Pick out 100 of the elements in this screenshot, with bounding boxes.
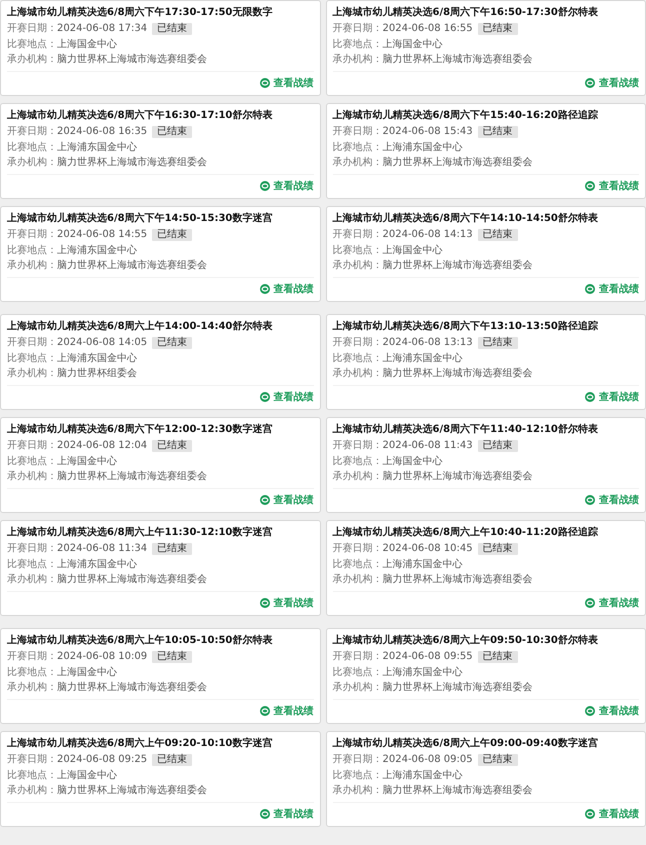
eye-icon bbox=[260, 809, 270, 820]
field-label: 比赛地点： bbox=[332, 38, 382, 52]
organizer-text: 脑力世界杯上海城市海选赛组委会 bbox=[57, 784, 207, 798]
eye-icon bbox=[260, 598, 270, 608]
eye-icon bbox=[260, 181, 270, 192]
field-label: 比赛地点： bbox=[332, 666, 382, 680]
field-label: 承办机构： bbox=[7, 572, 57, 587]
match-title: 上海城市幼儿精英决选6/8周六上午09:20-10:10数字迷宫 bbox=[7, 736, 274, 751]
field-label: 承办机构： bbox=[332, 572, 382, 587]
field-label: 承办机构： bbox=[7, 52, 57, 67]
organizer-text: 脑力世界杯上海城市海选赛组委会 bbox=[382, 258, 532, 273]
view-results-link[interactable]: 查看战绩 bbox=[260, 704, 314, 718]
eye-icon bbox=[260, 392, 270, 402]
match-title: 上海城市幼儿精英决选6/8周六下午11:40-12:10舒尔特表 bbox=[332, 422, 599, 437]
status-tag: 已结束 bbox=[478, 542, 518, 555]
organizer-text: 脑力世界杯上海城市海选赛组委会 bbox=[57, 52, 207, 67]
view-results-link[interactable]: 查看战绩 bbox=[260, 179, 314, 194]
eye-icon bbox=[585, 284, 595, 294]
eye-icon bbox=[260, 495, 270, 506]
eye-icon bbox=[585, 78, 595, 88]
field-label: 承办机构： bbox=[332, 258, 382, 273]
field-label: 开赛日期： bbox=[332, 124, 382, 139]
view-results-link[interactable]: 查看战绩 bbox=[260, 390, 314, 404]
match-title: 上海城市幼儿精英决选6/8周六下午14:10-14:50舒尔特表 bbox=[332, 211, 599, 226]
organizer-text: 脑力世界杯上海城市海选赛组委会 bbox=[57, 572, 207, 587]
field-label: 比赛地点： bbox=[7, 244, 57, 258]
eye-icon bbox=[585, 809, 595, 820]
field-label: 开赛日期： bbox=[332, 542, 382, 556]
status-tag: 已结束 bbox=[478, 126, 518, 138]
field-label: 承办机构： bbox=[332, 784, 382, 798]
organizer-text: 脑力世界杯上海城市海选赛组委会 bbox=[57, 470, 207, 484]
match-title: 上海城市幼儿精英决选6/8周六下午17:30-17:50无限数字 bbox=[7, 5, 274, 20]
status-tag: 已结束 bbox=[478, 22, 518, 35]
field-label: 承办机构： bbox=[332, 366, 382, 381]
field-label: 开赛日期： bbox=[7, 438, 57, 453]
view-results-link[interactable]: 查看战绩 bbox=[585, 807, 639, 822]
field-label: 开赛日期： bbox=[7, 124, 57, 139]
eye-icon bbox=[260, 78, 270, 88]
match-title: 上海城市幼儿精英决选6/8周六上午11:30-12:10数字迷宫 bbox=[7, 525, 274, 540]
field-label: 承办机构： bbox=[7, 366, 57, 381]
view-results-link[interactable]: 查看战绩 bbox=[585, 390, 639, 404]
match-title: 上海城市幼儿精英决选6/8周六上午10:40-11:20路径追踪 bbox=[332, 525, 599, 540]
view-results-link[interactable]: 查看战绩 bbox=[260, 76, 314, 90]
match-title: 上海城市幼儿精英决选6/8周六下午12:00-12:30数字迷宫 bbox=[7, 422, 274, 437]
status-tag: 已结束 bbox=[478, 228, 518, 241]
eye-icon bbox=[260, 706, 270, 716]
start-time: 2024-06-08 15:43 bbox=[382, 125, 473, 139]
organizer-text: 脑力世界杯上海城市海选赛组委会 bbox=[382, 784, 532, 798]
view-results-link[interactable]: 查看战绩 bbox=[260, 596, 314, 610]
start-time: 2024-06-08 09:55 bbox=[382, 650, 473, 664]
start-time: 2024-06-08 16:35 bbox=[57, 125, 148, 139]
match-title: 上海城市幼儿精英决选6/8周六下午13:10-13:50路径追踪 bbox=[332, 319, 599, 334]
field-label: 承办机构： bbox=[332, 156, 382, 170]
match-title: 上海城市幼儿精英决选6/8周六下午16:30-17:10舒尔特表 bbox=[7, 108, 274, 123]
status-tag: 已结束 bbox=[152, 22, 192, 35]
start-time: 2024-06-08 14:13 bbox=[382, 228, 473, 242]
view-results-link[interactable]: 查看战绩 bbox=[260, 282, 314, 296]
organizer-text: 脑力世界杯上海城市海选赛组委会 bbox=[382, 572, 532, 587]
view-results-link[interactable]: 查看战绩 bbox=[585, 704, 639, 718]
view-results-link[interactable]: 查看战绩 bbox=[585, 76, 639, 90]
match-title: 上海城市幼儿精英决选6/8周六上午14:00-14:40舒尔特表 bbox=[7, 319, 274, 334]
field-label: 比赛地点： bbox=[332, 768, 382, 782]
view-results-link[interactable]: 查看战绩 bbox=[260, 493, 314, 508]
field-label: 开赛日期： bbox=[332, 438, 382, 453]
field-label: 开赛日期： bbox=[332, 228, 382, 242]
view-results-link[interactable]: 查看战绩 bbox=[260, 807, 314, 822]
venue-text: 上海浦东国金中心 bbox=[57, 558, 137, 572]
field-label: 承办机构： bbox=[332, 52, 382, 67]
organizer-text: 脑力世界杯上海城市海选赛组委会 bbox=[382, 470, 532, 484]
view-results-link[interactable]: 查看战绩 bbox=[585, 282, 639, 296]
eye-icon bbox=[585, 495, 595, 506]
view-results-link[interactable]: 查看战绩 bbox=[585, 179, 639, 194]
organizer-text: 脑力世界杯上海城市海选赛组委会 bbox=[382, 366, 532, 381]
venue-text: 上海国金中心 bbox=[57, 38, 117, 52]
field-label: 比赛地点： bbox=[7, 768, 57, 782]
venue-text: 上海国金中心 bbox=[382, 244, 442, 258]
field-label: 比赛地点： bbox=[7, 38, 57, 52]
venue-text: 上海国金中心 bbox=[382, 454, 442, 468]
organizer-text: 脑力世界杯上海城市海选赛组委会 bbox=[57, 156, 207, 170]
view-results-link[interactable]: 查看战绩 bbox=[585, 493, 639, 508]
venue-text: 上海浦东国金中心 bbox=[382, 558, 462, 572]
eye-icon bbox=[260, 284, 270, 294]
field-label: 开赛日期： bbox=[7, 22, 57, 36]
field-label: 开赛日期： bbox=[7, 336, 57, 350]
start-time: 2024-06-08 13:13 bbox=[382, 336, 473, 350]
venue-text: 上海浦东国金中心 bbox=[57, 352, 137, 366]
venue-text: 上海浦东国金中心 bbox=[382, 352, 462, 366]
start-time: 2024-06-08 14:55 bbox=[57, 228, 148, 242]
field-label: 比赛地点： bbox=[332, 244, 382, 258]
field-label: 开赛日期： bbox=[332, 336, 382, 350]
view-results-link[interactable]: 查看战绩 bbox=[585, 596, 639, 610]
field-label: 比赛地点： bbox=[332, 352, 382, 366]
start-time: 2024-06-08 14:05 bbox=[57, 336, 148, 350]
match-title: 上海城市幼儿精英决选6/8周六上午09:50-10:30舒尔特表 bbox=[332, 633, 599, 648]
organizer-text: 脑力世界杯组委会 bbox=[57, 366, 137, 381]
field-label: 比赛地点： bbox=[7, 666, 57, 680]
field-label: 比赛地点： bbox=[7, 140, 57, 154]
venue-text: 上海浦东国金中心 bbox=[57, 140, 137, 154]
eye-icon bbox=[585, 598, 595, 608]
start-time: 2024-06-08 11:34 bbox=[57, 542, 148, 556]
